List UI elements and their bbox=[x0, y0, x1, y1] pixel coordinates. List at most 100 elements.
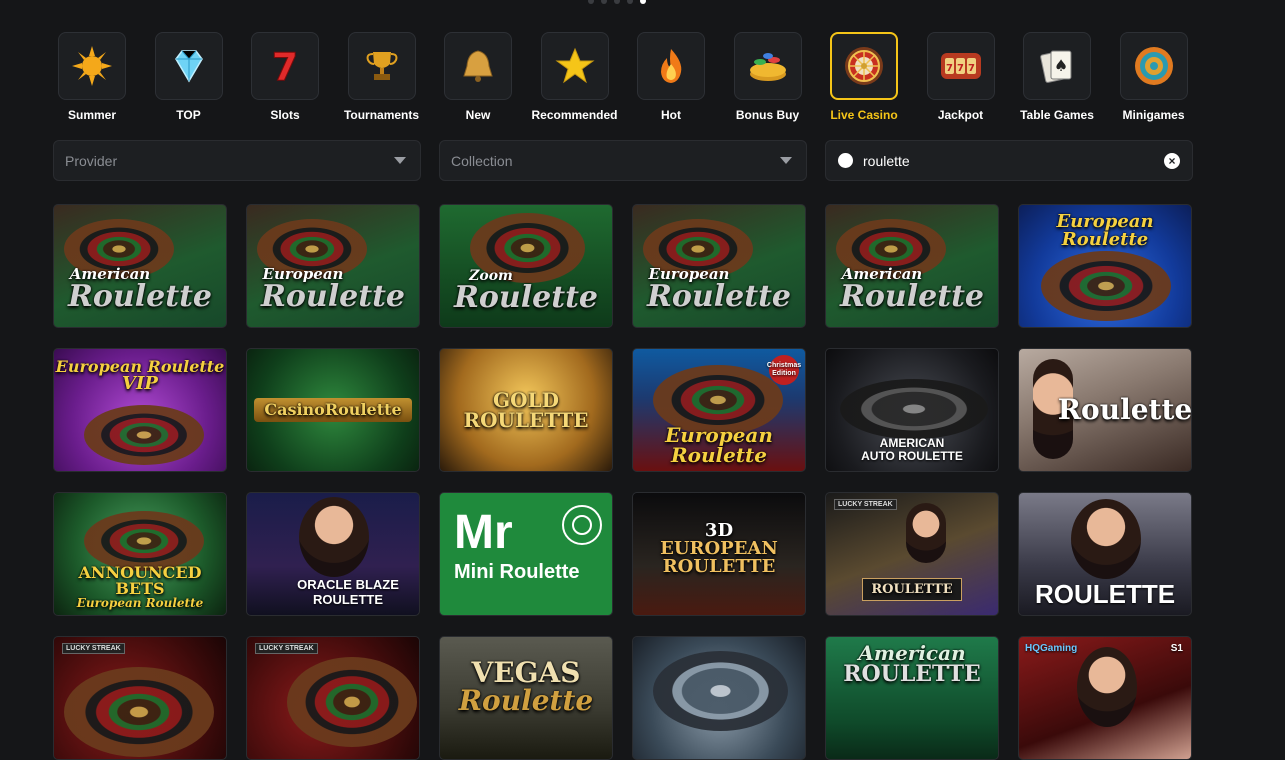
provider-badge: LUCKY STREAK bbox=[834, 499, 897, 510]
game-subtitle: ROULETTE bbox=[463, 408, 589, 432]
category-icon-box bbox=[733, 32, 802, 100]
game-tile[interactable]: European Roulette bbox=[246, 204, 420, 328]
svg-text:7: 7 bbox=[968, 63, 975, 74]
game-tile[interactable]: American Roulette bbox=[825, 204, 999, 328]
category-bar: Summer TOP 7 Slots Tournaments New Recom… bbox=[58, 32, 1216, 122]
game-title: Roulette bbox=[1057, 393, 1192, 426]
category-label: Jackpot bbox=[937, 108, 984, 122]
game-tile[interactable]: American ROULETTE bbox=[825, 636, 999, 760]
search-input[interactable] bbox=[863, 152, 1164, 169]
game-tile[interactable]: ANNOUNCED BETS European Roulette bbox=[53, 492, 227, 616]
carousel-dot[interactable] bbox=[601, 0, 607, 4]
game-tile[interactable]: LUCKY STREAK bbox=[53, 636, 227, 760]
category-hot[interactable]: Hot bbox=[637, 32, 734, 122]
game-title: AMERICAN bbox=[879, 435, 945, 450]
collection-select[interactable]: Collection bbox=[439, 140, 807, 181]
game-title: American bbox=[858, 641, 966, 665]
game-subtitle: EUROPEAN ROULETTE bbox=[660, 538, 778, 577]
category-icon-box bbox=[444, 32, 512, 100]
game-tile[interactable]: European Roulette VIP bbox=[53, 348, 227, 472]
game-subtitle: Mini Roulette bbox=[454, 561, 580, 583]
game-tile[interactable]: European Roulette bbox=[1018, 204, 1192, 328]
category-label: TOP bbox=[176, 108, 201, 122]
category-live-casino[interactable]: Live Casino bbox=[830, 32, 927, 122]
category-summer[interactable]: Summer bbox=[58, 32, 155, 122]
game-tile[interactable]: American Roulette bbox=[53, 204, 227, 328]
game-grid: American Roulette European Roulette Zoom… bbox=[53, 204, 1192, 760]
search-icon bbox=[838, 153, 853, 168]
svg-text:7: 7 bbox=[946, 63, 953, 74]
provider-badge: LUCKY STREAK bbox=[255, 643, 318, 654]
category-recommended[interactable]: Recommended bbox=[531, 32, 638, 122]
dealer-image bbox=[299, 497, 369, 577]
game-subtitle: Roulette bbox=[458, 684, 594, 717]
roulette-wheel-image bbox=[1041, 251, 1171, 321]
playing-cards-icon: ♠ bbox=[1040, 50, 1072, 83]
category-label: Slots bbox=[270, 108, 300, 122]
category-slots[interactable]: 7 Slots bbox=[251, 32, 348, 122]
category-label: Tournaments bbox=[343, 108, 420, 122]
game-tile[interactable]: European Roulette bbox=[632, 204, 806, 328]
seven-icon: 7 bbox=[271, 46, 298, 86]
game-subtitle: Roulette bbox=[260, 278, 406, 314]
game-tile[interactable]: CasinoRoulette bbox=[246, 348, 420, 472]
game-tile[interactable]: HQGaming S1 bbox=[1018, 636, 1192, 760]
fire-icon bbox=[661, 49, 682, 83]
svg-text:♠: ♠ bbox=[1054, 56, 1068, 75]
carousel-dot-active[interactable] bbox=[640, 0, 646, 4]
game-title: ORACLE BLAZE bbox=[297, 577, 399, 593]
roulette-wheel-image bbox=[287, 657, 417, 747]
game-tile[interactable]: Zoom Roulette bbox=[439, 204, 613, 328]
category-label: Hot bbox=[661, 108, 681, 122]
game-subtitle: ROULETTE bbox=[843, 661, 981, 687]
sun-icon bbox=[72, 46, 112, 86]
provider-select[interactable]: Provider bbox=[53, 140, 421, 181]
carousel-dot[interactable] bbox=[588, 0, 594, 4]
carousel-dot[interactable] bbox=[627, 0, 633, 4]
coins-icon bbox=[749, 53, 786, 81]
game-tile[interactable]: VEGAS Roulette bbox=[439, 636, 613, 760]
category-label: Live Casino bbox=[830, 108, 898, 122]
carousel-dot[interactable] bbox=[614, 0, 620, 4]
category-label: Summer bbox=[67, 108, 117, 122]
game-title: GOLD bbox=[493, 388, 559, 412]
game-tile[interactable]: ORACLE BLAZE ROULETTE bbox=[246, 492, 420, 616]
filter-bar: Provider Collection × bbox=[53, 140, 1193, 181]
clear-search-icon[interactable]: × bbox=[1164, 152, 1180, 169]
category-top[interactable]: TOP bbox=[154, 32, 252, 122]
trophy-icon bbox=[366, 52, 397, 80]
game-title: European Roulette bbox=[1056, 211, 1154, 250]
category-minigames[interactable]: Minigames bbox=[1119, 32, 1217, 122]
game-tile[interactable]: 3D EUROPEAN ROULETTE bbox=[632, 492, 806, 616]
game-subtitle: AUTO ROULETTE bbox=[861, 448, 963, 463]
game-tile[interactable]: ROULETTE bbox=[1018, 492, 1192, 616]
diamond-icon bbox=[174, 50, 203, 83]
svg-text:7: 7 bbox=[957, 63, 964, 74]
category-new[interactable]: New bbox=[444, 32, 541, 122]
category-icon-box bbox=[58, 32, 126, 100]
game-tile[interactable]: LUCKY STREAK ROULETTE bbox=[825, 492, 999, 616]
game-tile[interactable]: Christmas Edition European Roulette bbox=[632, 348, 806, 472]
category-icon-box: 7 bbox=[251, 32, 319, 100]
slot-machine-icon: 777 bbox=[940, 53, 981, 79]
game-tile[interactable]: Roulette bbox=[1018, 348, 1192, 472]
game-subtitle: Roulette bbox=[646, 278, 792, 314]
carousel-dots bbox=[588, 0, 646, 4]
game-tile[interactable]: LUCKY STREAK bbox=[246, 636, 420, 760]
category-icon-box bbox=[540, 32, 609, 100]
category-tournaments[interactable]: Tournaments bbox=[343, 32, 445, 122]
category-jackpot[interactable]: 777 Jackpot bbox=[926, 32, 1024, 122]
category-bonus-buy[interactable]: Bonus Buy bbox=[733, 32, 831, 122]
game-subtitle: VIP bbox=[122, 373, 158, 394]
game-subtitle: Roulette bbox=[839, 278, 985, 314]
star-icon bbox=[554, 47, 595, 84]
game-title: CasinoRoulette bbox=[254, 398, 412, 422]
chevron-down-icon bbox=[394, 157, 406, 164]
category-icon-box bbox=[1119, 32, 1188, 100]
game-tile[interactable]: Mr Mini Roulette bbox=[439, 492, 613, 616]
category-table-games[interactable]: ♠ Table Games bbox=[1020, 32, 1120, 122]
game-tile[interactable]: AMERICAN AUTO ROULETTE bbox=[825, 348, 999, 472]
game-tile[interactable]: GOLD ROULETTE bbox=[439, 348, 613, 472]
game-tile[interactable] bbox=[632, 636, 806, 760]
roulette-wheel-image bbox=[653, 651, 788, 731]
